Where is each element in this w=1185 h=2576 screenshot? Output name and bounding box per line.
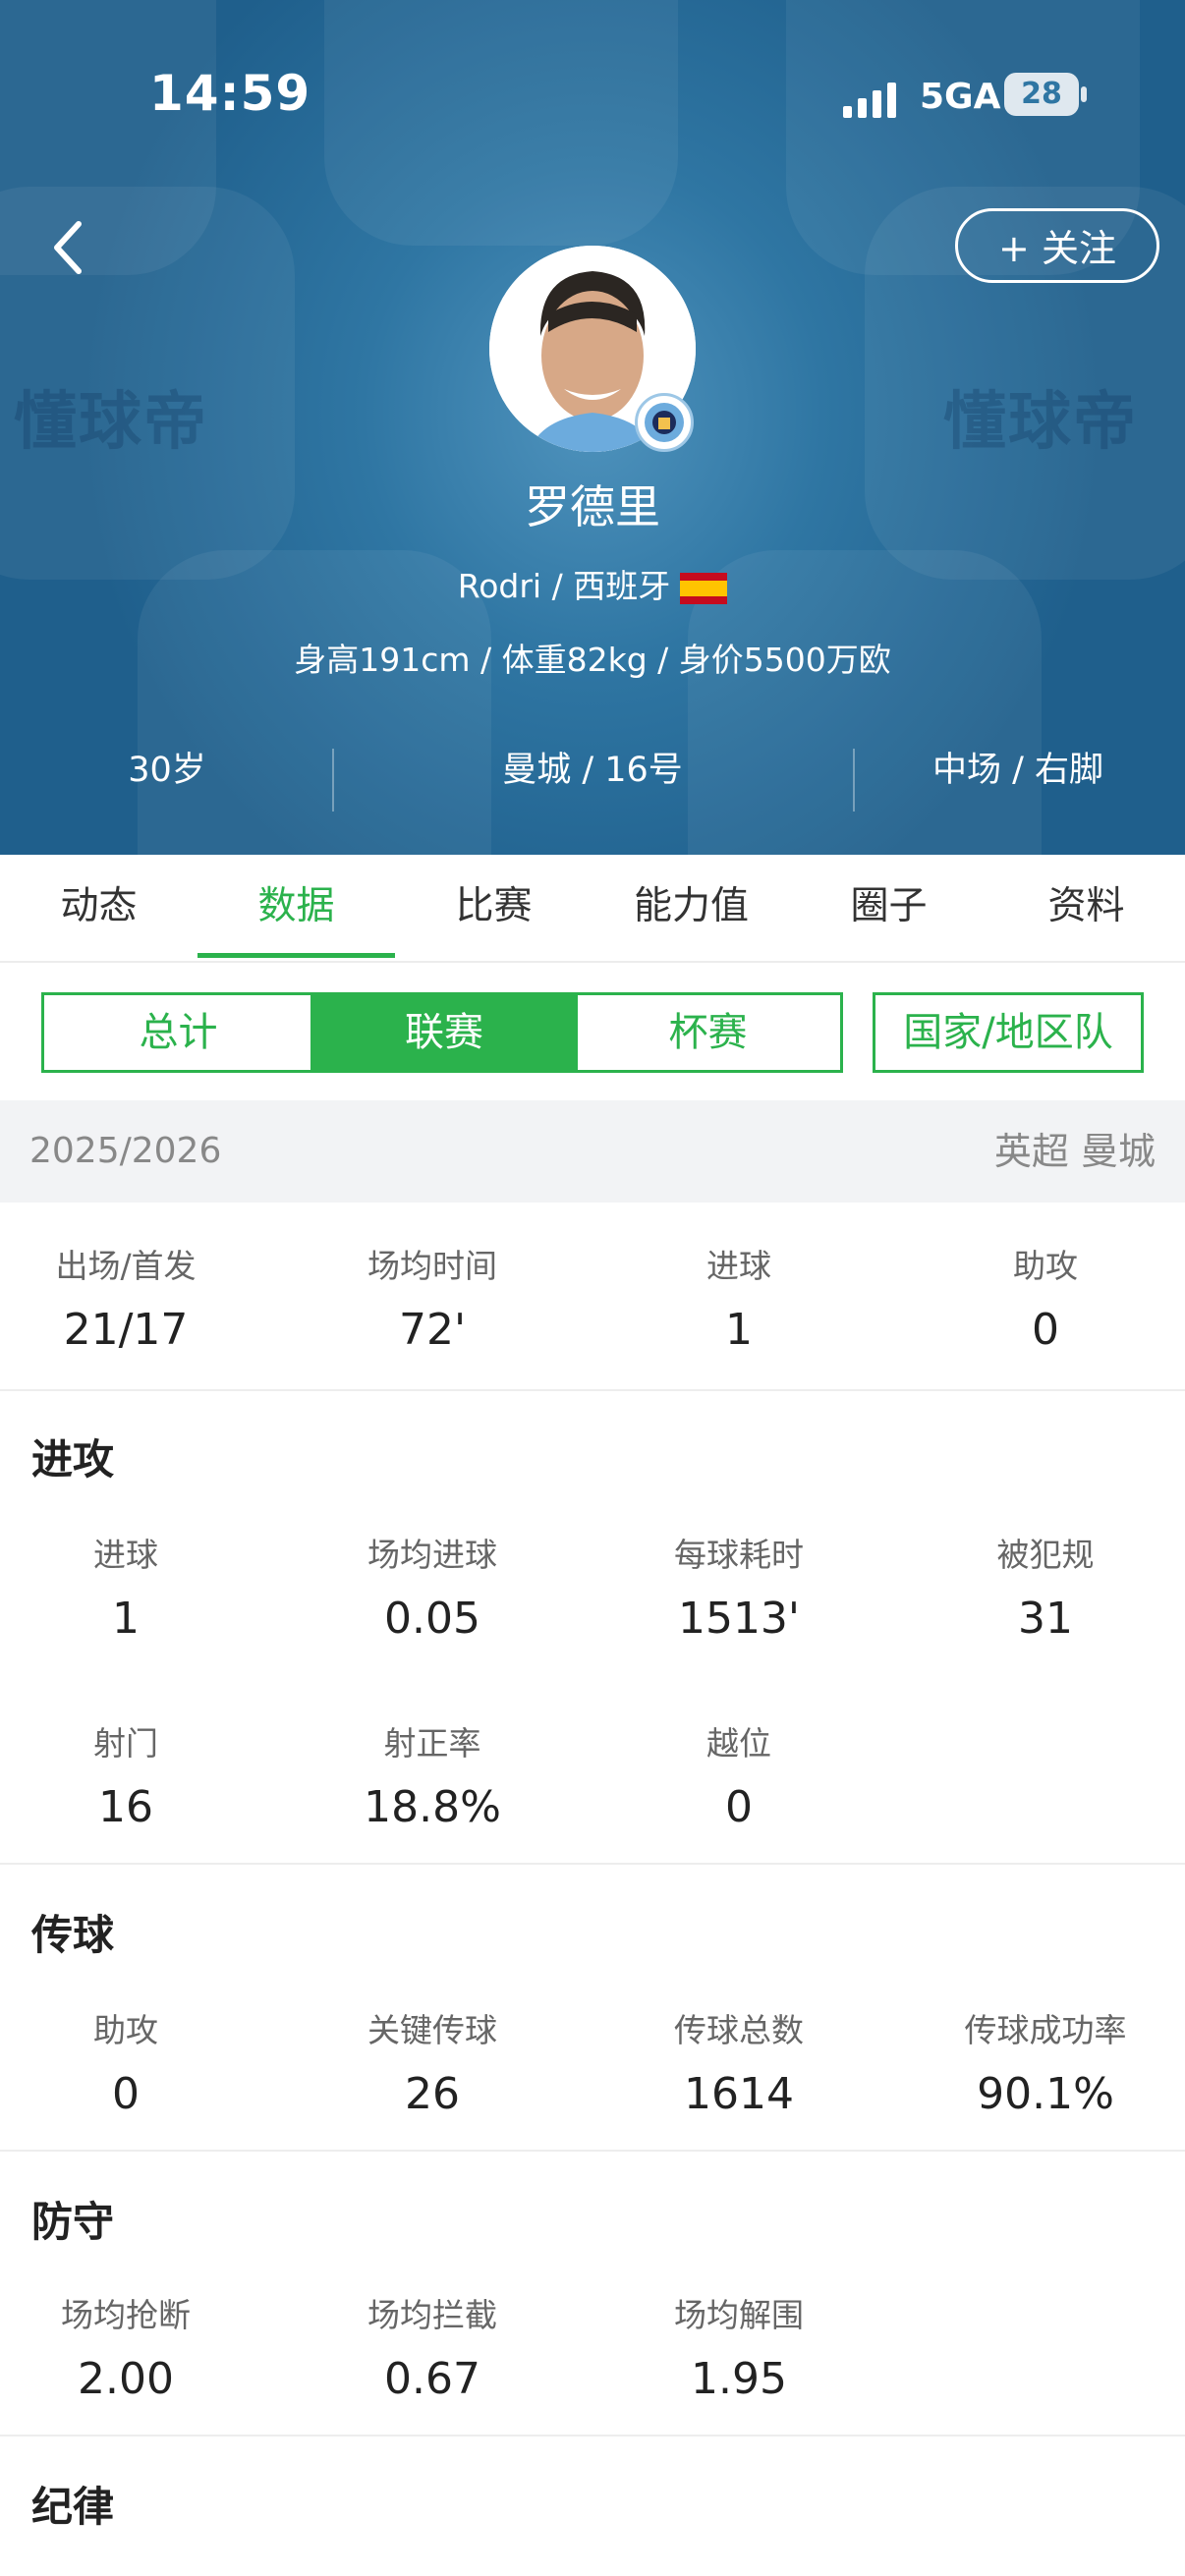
player-header: 懂球帝 懂球帝 14:59 5GA 28 + 关注 罗德里 Rodri / 西班… (0, 0, 1185, 855)
stat-cell: 场均拦截 0.67 (305, 2289, 560, 2404)
stat-value: 18.8% (364, 1782, 501, 1832)
stat-cell: 助攻 0 (918, 1240, 1173, 1355)
stat-value: 1 (725, 1305, 753, 1355)
stat-value: 72' (398, 1305, 467, 1355)
stat-cell: 出场/首发 21/17 (0, 1240, 254, 1355)
stat-value: 90.1% (977, 2069, 1114, 2119)
tab-data[interactable]: 数据 (198, 855, 395, 959)
stat-label: 射门 (93, 1724, 158, 1763)
season-year: 2025/2026 (29, 1131, 222, 1171)
stat-value: 16 (98, 1782, 153, 1832)
stat-label: 射正率 (383, 1724, 481, 1763)
divider (0, 1389, 1185, 1391)
section-title-discipline: 纪律 (31, 2483, 115, 2531)
stat-cell: 每球耗时 1513' (611, 1529, 867, 1644)
divider (0, 2150, 1185, 2152)
club-crest-icon (635, 393, 694, 452)
stat-label: 场均时间 (367, 1247, 497, 1285)
player-name: 罗德里 (525, 480, 660, 533)
player-body-info: 身高191cm / 体重82kg / 身价5500万欧 (294, 641, 891, 679)
stat-value: 1513' (677, 1594, 801, 1644)
filter-cup[interactable]: 杯赛 (576, 992, 843, 1073)
stat-value: 0 (725, 1782, 753, 1832)
stat-value: 0 (1032, 1305, 1059, 1355)
section-title-defense: 防守 (31, 2198, 115, 2246)
stat-label: 场均进球 (367, 1536, 497, 1574)
stat-label: 被犯规 (996, 1536, 1095, 1574)
stat-label: 进球 (706, 1247, 771, 1285)
stat-cell: 进球 1 (611, 1240, 867, 1355)
section-title-passing: 传球 (31, 1911, 115, 1959)
network-label: 5GA (920, 77, 1001, 117)
tab-feed[interactable]: 动态 (0, 855, 198, 959)
tab-profile[interactable]: 资料 (988, 855, 1185, 959)
stat-cell: 关键传球 26 (305, 2004, 560, 2119)
active-tab-indicator (198, 953, 395, 958)
stat-cell: 射正率 18.8% (305, 1717, 560, 1832)
tab-circle[interactable]: 圈子 (790, 855, 988, 959)
battery-tip (1081, 86, 1087, 102)
filter-league[interactable]: 联赛 (310, 992, 578, 1073)
tab-matches[interactable]: 比赛 (395, 855, 592, 959)
stat-label: 场均解围 (674, 2296, 804, 2334)
stat-value: 1.95 (691, 2354, 787, 2404)
stat-label: 进球 (93, 1536, 158, 1574)
stat-label: 助攻 (93, 2011, 158, 2049)
tab-ability[interactable]: 能力值 (592, 855, 790, 959)
status-bar: 14:59 5GA 28 (0, 63, 1185, 132)
player-position-foot: 中场 / 右脚 (931, 751, 1104, 790)
season-competition[interactable]: 英超 曼城 (994, 1100, 1156, 1203)
stat-label: 传球总数 (674, 2011, 804, 2049)
stat-value: 0.05 (384, 1594, 480, 1644)
stat-label: 传球成功率 (964, 2011, 1127, 2049)
stat-label: 场均拦截 (367, 2296, 497, 2334)
stat-cell: 射门 16 (0, 1717, 254, 1832)
watermark-right: 懂球帝 (943, 386, 1138, 459)
divider (0, 2435, 1185, 2436)
spain-flag-icon (680, 572, 728, 604)
stat-value: 21/17 (63, 1305, 189, 1355)
back-arrow-icon[interactable] (49, 218, 88, 277)
battery-icon: 28 (1004, 73, 1079, 116)
stat-cell: 被犯规 31 (918, 1529, 1173, 1644)
divider (0, 1863, 1185, 1865)
stat-value: 0.67 (384, 2354, 480, 2404)
stat-value: 1 (112, 1594, 140, 1644)
player-nation-line: Rodri / 西班牙 (0, 560, 1185, 607)
status-time: 14:59 (149, 65, 311, 122)
stat-label: 每球耗时 (674, 1536, 804, 1574)
stat-value: 0 (112, 2069, 140, 2119)
season-bar[interactable]: 2025/2026 英超 曼城 (0, 1100, 1185, 1203)
stat-label: 关键传球 (367, 2011, 497, 2049)
tab-bar: 动态 数据 比赛 能力值 圈子 资料 (0, 855, 1185, 963)
stat-cell: 场均进球 0.05 (305, 1529, 560, 1644)
stat-cell: 场均时间 72' (305, 1240, 560, 1355)
stat-label: 场均抢断 (61, 2296, 191, 2334)
stat-cell: 传球总数 1614 (611, 2004, 867, 2119)
player-age: 30岁 (128, 751, 206, 790)
divider (853, 749, 855, 812)
stat-cell: 场均抢断 2.00 (0, 2289, 254, 2404)
divider (332, 749, 334, 812)
watermark-left: 懂球帝 (14, 386, 208, 459)
stat-cell: 传球成功率 90.1% (918, 2004, 1173, 2119)
follow-button[interactable]: + 关注 (955, 208, 1159, 283)
stat-cell: 场均解围 1.95 (611, 2289, 867, 2404)
stat-cell: 助攻 0 (0, 2004, 254, 2119)
stat-label: 出场/首发 (55, 1247, 197, 1285)
stat-label: 越位 (706, 1724, 771, 1763)
stat-value: 31 (1018, 1594, 1073, 1644)
stat-value: 2.00 (78, 2354, 174, 2404)
player-english-name-nation: Rodri / 西班牙 (457, 567, 671, 605)
stat-value: 1614 (684, 2069, 794, 2119)
filter-national-team[interactable]: 国家/地区队 (873, 992, 1144, 1073)
stat-cell: 进球 1 (0, 1529, 254, 1644)
signal-icon (843, 81, 896, 118)
player-club-number: 曼城 / 16号 (502, 751, 683, 790)
stat-label: 助攻 (1013, 1247, 1078, 1285)
section-title-attack: 进攻 (31, 1435, 115, 1484)
filter-total[interactable]: 总计 (41, 992, 312, 1073)
stat-cell: 越位 0 (611, 1717, 867, 1832)
stat-value: 26 (405, 2069, 460, 2119)
